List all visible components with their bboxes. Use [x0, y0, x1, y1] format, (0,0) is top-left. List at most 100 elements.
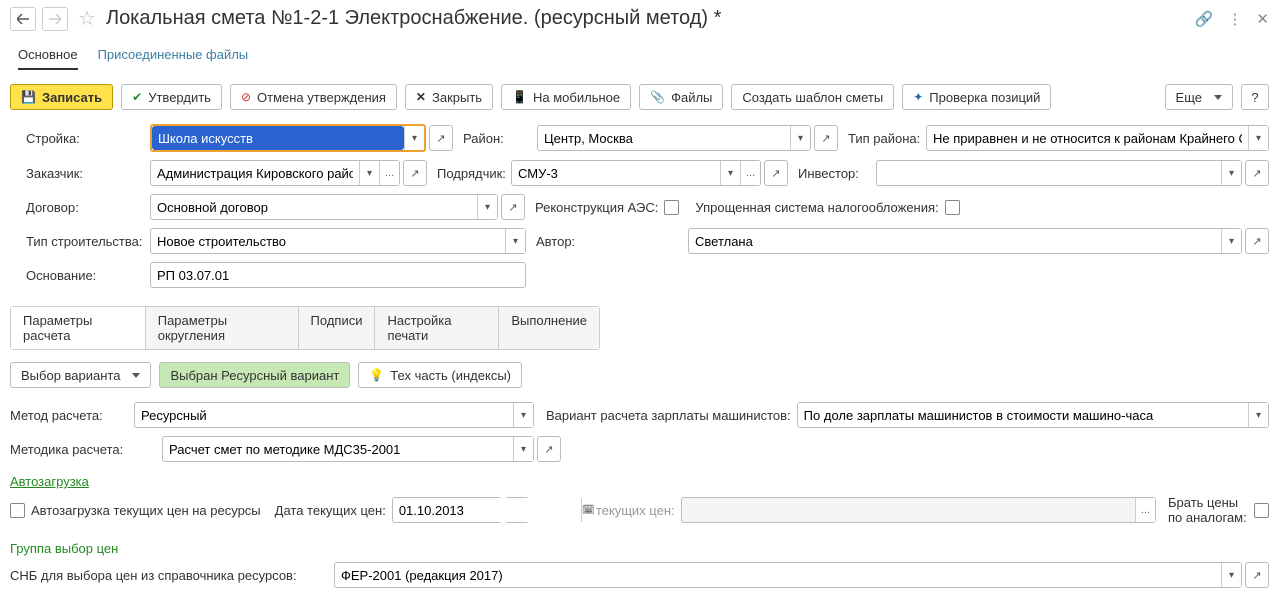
tab-execution[interactable]: Выполнение — [499, 307, 599, 349]
dropdown-icon[interactable]: ▾ — [359, 161, 379, 185]
open-ref-button[interactable]: ↗ — [814, 125, 838, 151]
x-icon: ✕ — [416, 90, 426, 104]
dropdown-icon[interactable]: ▾ — [1221, 563, 1241, 587]
autoload-heading-link[interactable]: Автозагрузка — [10, 474, 89, 489]
variant-salary-input[interactable] — [798, 403, 1248, 427]
calc-method-field[interactable]: ▾ — [134, 402, 534, 428]
dogovor-field[interactable]: ▾ — [150, 194, 498, 220]
dropdown-icon[interactable]: ▾ — [513, 403, 533, 427]
tip-stroit-field[interactable]: ▾ — [150, 228, 526, 254]
open-ref-button[interactable]: ↗ — [1245, 562, 1269, 588]
save-label: Записать — [42, 90, 102, 105]
open-ref-button[interactable]: ↗ — [1245, 160, 1269, 186]
nav-back-button[interactable] — [10, 7, 36, 31]
close-button[interactable]: ✕ Закрыть — [405, 84, 493, 110]
check-positions-button[interactable]: ✦ Проверка позиций — [902, 84, 1051, 110]
arrow-left-icon — [17, 14, 29, 24]
help-button[interactable]: ? — [1241, 84, 1269, 110]
metodika-field[interactable]: ▾ — [162, 436, 534, 462]
dropdown-icon[interactable]: ▾ — [1248, 126, 1268, 150]
uprosh-nalog-label: Упрощенная система налогообложения: — [695, 200, 938, 215]
rayon-input[interactable] — [538, 126, 790, 150]
open-ref-button[interactable]: ↗ — [764, 160, 788, 186]
choose-variant-button[interactable]: Выбор варианта — [10, 362, 151, 388]
favorite-star-icon[interactable]: ☆ — [78, 6, 96, 31]
ellipsis-icon[interactable]: … — [1135, 498, 1155, 522]
open-ref-button[interactable]: ↗ — [1245, 228, 1269, 254]
save-button[interactable]: 💾 Записать — [10, 84, 113, 110]
tip-rayona-input[interactable] — [927, 126, 1248, 150]
dropdown-icon[interactable]: ▾ — [1248, 403, 1268, 427]
tab-calc-params[interactable]: Параметры расчета — [11, 307, 146, 349]
close-icon[interactable]: ✕ — [1256, 10, 1269, 28]
autoload-checkbox[interactable] — [10, 503, 25, 518]
tab-main[interactable]: Основное — [18, 47, 78, 70]
snb-input[interactable] — [335, 563, 1221, 587]
dropdown-icon[interactable]: ▾ — [477, 195, 497, 219]
variant-salary-field[interactable]: ▾ — [797, 402, 1269, 428]
analog-checkbox[interactable] — [1254, 503, 1269, 518]
more-label: Еще — [1176, 90, 1202, 105]
osnovanie-field[interactable] — [150, 262, 526, 288]
dropdown-icon[interactable]: ▾ — [720, 161, 740, 185]
files-button[interactable]: 📎 Файлы — [639, 84, 723, 110]
zakazchik-input[interactable] — [151, 161, 359, 185]
metodika-input[interactable] — [163, 437, 513, 461]
dropdown-icon[interactable]: ▾ — [1221, 229, 1241, 253]
current-date-input[interactable] — [393, 498, 581, 522]
group-heading: Группа выбор цен — [10, 541, 1269, 556]
dogovor-input[interactable] — [151, 195, 477, 219]
uprosh-nalog-checkbox[interactable] — [945, 200, 960, 215]
avtor-field[interactable]: ▾ — [688, 228, 1242, 254]
rayon-field[interactable]: ▾ — [537, 125, 811, 151]
current-date-field[interactable]: 🗓 — [392, 497, 502, 523]
osnovanie-input[interactable] — [151, 263, 525, 287]
ellipsis-icon[interactable]: … — [379, 161, 399, 185]
tab-attached-files[interactable]: Присоединенные файлы — [98, 47, 249, 70]
tab-round-params[interactable]: Параметры округления — [146, 307, 299, 349]
podryadchik-field[interactable]: ▾ … — [511, 160, 761, 186]
mobile-button[interactable]: 📱 На мобильное — [501, 84, 631, 110]
dropdown-icon[interactable]: ▾ — [505, 229, 525, 253]
podryadchik-input[interactable] — [512, 161, 720, 185]
ellipsis-icon[interactable]: … — [740, 161, 760, 185]
dropdown-icon[interactable]: ▾ — [1221, 161, 1241, 185]
stroyka-field[interactable]: ▾ — [150, 124, 426, 152]
nav-forward-button[interactable] — [42, 7, 68, 31]
calendar-icon[interactable]: 🗓 — [581, 498, 595, 522]
approve-button[interactable]: ✔ Утвердить — [121, 84, 222, 110]
choose-variant-label: Выбор варианта — [21, 368, 120, 383]
avtor-input[interactable] — [689, 229, 1221, 253]
investor-field[interactable]: ▾ — [876, 160, 1242, 186]
close-label: Закрыть — [432, 90, 482, 105]
cancel-approve-button[interactable]: ⊘ Отмена утверждения — [230, 84, 397, 110]
dropdown-icon[interactable]: ▾ — [790, 126, 810, 150]
chosen-variant-button[interactable]: Выбран Ресурсный вариант — [159, 362, 350, 388]
menu-dots-icon[interactable]: ⋮ — [1227, 10, 1242, 28]
stroyka-input[interactable] — [152, 126, 404, 150]
save-icon: 💾 — [21, 90, 36, 104]
dropdown-icon[interactable]: ▾ — [513, 437, 533, 461]
zakazchik-field[interactable]: ▾ … — [150, 160, 400, 186]
template-label: Создать шаблон сметы — [742, 90, 883, 105]
snb-field[interactable]: ▾ — [334, 562, 1242, 588]
open-ref-button[interactable]: ↗ — [403, 160, 427, 186]
rekonstr-aes-checkbox[interactable] — [664, 200, 679, 215]
link-icon[interactable]: 🔗 — [1195, 10, 1214, 28]
calc-method-input[interactable] — [135, 403, 513, 427]
open-ref-button[interactable]: ↗ — [429, 125, 453, 151]
investor-input[interactable] — [877, 161, 1221, 185]
dropdown-icon[interactable]: ▾ — [404, 126, 424, 150]
create-template-button[interactable]: Создать шаблон сметы — [731, 84, 894, 110]
open-ref-button[interactable]: ↗ — [537, 436, 561, 462]
tip-stroit-input[interactable] — [151, 229, 505, 253]
more-button[interactable]: Еще — [1165, 84, 1233, 110]
tech-part-button[interactable]: 💡 Тех часть (индексы) — [358, 362, 522, 388]
open-ref-button[interactable]: ↗ — [501, 194, 525, 220]
tab-signatures[interactable]: Подписи — [299, 307, 376, 349]
tab-print-settings[interactable]: Настройка печати — [375, 307, 499, 349]
autoload-chk-label: Автозагрузка текущих цен на ресурсы — [31, 503, 261, 518]
tip-rayona-field[interactable]: ▾ — [926, 125, 1269, 151]
tip-rayona-label: Тип района: — [848, 131, 926, 146]
arrow-right-icon — [49, 14, 61, 24]
